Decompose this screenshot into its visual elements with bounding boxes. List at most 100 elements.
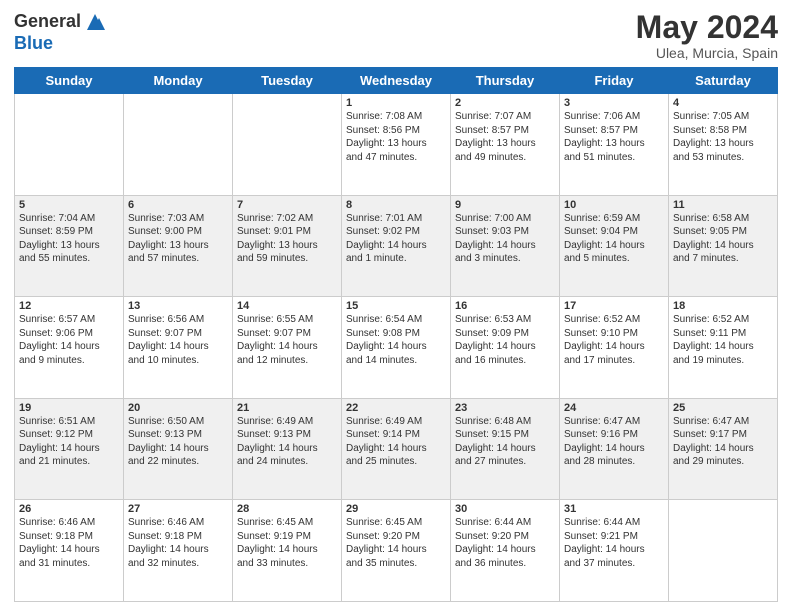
header: General Blue May 2024 Ulea, Murcia, Spai… <box>14 10 778 61</box>
col-header-tuesday: Tuesday <box>233 68 342 94</box>
month-title: May 2024 <box>636 10 778 45</box>
logo-text-block: General Blue <box>14 10 107 54</box>
calendar-cell: 22Sunrise: 6:49 AMSunset: 9:14 PMDayligh… <box>342 398 451 500</box>
page: General Blue May 2024 Ulea, Murcia, Spai… <box>0 0 792 612</box>
calendar-cell: 9Sunrise: 7:00 AMSunset: 9:03 PMDaylight… <box>451 195 560 297</box>
calendar-cell: 27Sunrise: 6:46 AMSunset: 9:18 PMDayligh… <box>124 500 233 602</box>
calendar-cell: 2Sunrise: 7:07 AMSunset: 8:57 PMDaylight… <box>451 94 560 196</box>
location: Ulea, Murcia, Spain <box>636 45 778 61</box>
logo-blue: Blue <box>14 34 107 54</box>
day-number: 31 <box>564 503 664 515</box>
day-info: Sunrise: 6:46 AMSunset: 9:18 PMDaylight:… <box>128 516 228 570</box>
day-info: Sunrise: 7:07 AMSunset: 8:57 PMDaylight:… <box>455 110 555 164</box>
day-number: 8 <box>346 199 446 211</box>
day-info: Sunrise: 6:55 AMSunset: 9:07 PMDaylight:… <box>237 313 337 367</box>
logo: General Blue <box>14 10 107 54</box>
logo-icon <box>83 10 107 34</box>
day-number: 10 <box>564 199 664 211</box>
col-header-monday: Monday <box>124 68 233 94</box>
day-number: 25 <box>673 402 773 414</box>
day-number: 13 <box>128 300 228 312</box>
day-number: 29 <box>346 503 446 515</box>
day-number: 14 <box>237 300 337 312</box>
day-number: 11 <box>673 199 773 211</box>
day-info: Sunrise: 7:03 AMSunset: 9:00 PMDaylight:… <box>128 212 228 266</box>
day-info: Sunrise: 6:57 AMSunset: 9:06 PMDaylight:… <box>19 313 119 367</box>
day-number: 28 <box>237 503 337 515</box>
calendar-cell: 21Sunrise: 6:49 AMSunset: 9:13 PMDayligh… <box>233 398 342 500</box>
day-info: Sunrise: 7:06 AMSunset: 8:57 PMDaylight:… <box>564 110 664 164</box>
calendar-week-2: 12Sunrise: 6:57 AMSunset: 9:06 PMDayligh… <box>15 297 778 399</box>
calendar-cell: 15Sunrise: 6:54 AMSunset: 9:08 PMDayligh… <box>342 297 451 399</box>
calendar-cell: 3Sunrise: 7:06 AMSunset: 8:57 PMDaylight… <box>560 94 669 196</box>
calendar-week-1: 5Sunrise: 7:04 AMSunset: 8:59 PMDaylight… <box>15 195 778 297</box>
day-info: Sunrise: 7:00 AMSunset: 9:03 PMDaylight:… <box>455 212 555 266</box>
day-number: 26 <box>19 503 119 515</box>
day-number: 20 <box>128 402 228 414</box>
day-info: Sunrise: 6:54 AMSunset: 9:08 PMDaylight:… <box>346 313 446 367</box>
calendar-week-3: 19Sunrise: 6:51 AMSunset: 9:12 PMDayligh… <box>15 398 778 500</box>
calendar-cell: 13Sunrise: 6:56 AMSunset: 9:07 PMDayligh… <box>124 297 233 399</box>
day-number: 30 <box>455 503 555 515</box>
day-number: 15 <box>346 300 446 312</box>
day-number: 12 <box>19 300 119 312</box>
day-info: Sunrise: 7:01 AMSunset: 9:02 PMDaylight:… <box>346 212 446 266</box>
day-number: 3 <box>564 97 664 109</box>
day-number: 19 <box>19 402 119 414</box>
day-info: Sunrise: 6:52 AMSunset: 9:10 PMDaylight:… <box>564 313 664 367</box>
calendar-cell <box>669 500 778 602</box>
calendar-week-4: 26 Sunrise: 6:46 AMSunset: 9:18 PMDayligh… <box>15 500 778 602</box>
calendar-table: SundayMondayTuesdayWednesdayThursdayFrid… <box>14 67 778 602</box>
calendar-cell <box>233 94 342 196</box>
day-number: 6 <box>128 199 228 211</box>
day-info: Sunrise: 6:47 AMSunset: 9:16 PMDaylight:… <box>564 415 664 469</box>
calendar-cell <box>124 94 233 196</box>
col-header-sunday: Sunday <box>15 68 124 94</box>
day-info: Sunrise: 6:52 AMSunset: 9:11 PMDaylight:… <box>673 313 773 367</box>
calendar-cell: 30Sunrise: 6:44 AMSunset: 9:20 PMDayligh… <box>451 500 560 602</box>
day-number: 5 <box>19 199 119 211</box>
calendar-cell: 16Sunrise: 6:53 AMSunset: 9:09 PMDayligh… <box>451 297 560 399</box>
calendar-cell: 29Sunrise: 6:45 AMSunset: 9:20 PMDayligh… <box>342 500 451 602</box>
calendar-cell: 20Sunrise: 6:50 AMSunset: 9:13 PMDayligh… <box>124 398 233 500</box>
col-header-thursday: Thursday <box>451 68 560 94</box>
calendar-cell: 6Sunrise: 7:03 AMSunset: 9:00 PMDaylight… <box>124 195 233 297</box>
calendar-cell: 12Sunrise: 6:57 AMSunset: 9:06 PMDayligh… <box>15 297 124 399</box>
day-info: Sunrise: 7:08 AMSunset: 8:56 PMDaylight:… <box>346 110 446 164</box>
day-info: Sunrise: 6:50 AMSunset: 9:13 PMDaylight:… <box>128 415 228 469</box>
calendar-cell: 17Sunrise: 6:52 AMSunset: 9:10 PMDayligh… <box>560 297 669 399</box>
col-header-saturday: Saturday <box>669 68 778 94</box>
calendar-cell: 5Sunrise: 7:04 AMSunset: 8:59 PMDaylight… <box>15 195 124 297</box>
day-number: 1 <box>346 97 446 109</box>
calendar-cell: 23Sunrise: 6:48 AMSunset: 9:15 PMDayligh… <box>451 398 560 500</box>
day-number: 27 <box>128 503 228 515</box>
calendar-cell: 4Sunrise: 7:05 AMSunset: 8:58 PMDaylight… <box>669 94 778 196</box>
calendar-cell: 28Sunrise: 6:45 AMSunset: 9:19 PMDayligh… <box>233 500 342 602</box>
day-info: Sunrise: 6:51 AMSunset: 9:12 PMDaylight:… <box>19 415 119 469</box>
day-info: Sunrise: 7:04 AMSunset: 8:59 PMDaylight:… <box>19 212 119 266</box>
calendar-cell: 26Sunrise: 6:46 AMSunset: 9:18 PMDayligh… <box>15 500 124 602</box>
day-number: 4 <box>673 97 773 109</box>
calendar-cell: 7Sunrise: 7:02 AMSunset: 9:01 PMDaylight… <box>233 195 342 297</box>
calendar-cell: 1Sunrise: 7:08 AMSunset: 8:56 PMDaylight… <box>342 94 451 196</box>
calendar-cell: 14Sunrise: 6:55 AMSunset: 9:07 PMDayligh… <box>233 297 342 399</box>
calendar-cell: 19Sunrise: 6:51 AMSunset: 9:12 PMDayligh… <box>15 398 124 500</box>
calendar-cell: 10Sunrise: 6:59 AMSunset: 9:04 PMDayligh… <box>560 195 669 297</box>
day-info: Sunrise: 6:56 AMSunset: 9:07 PMDaylight:… <box>128 313 228 367</box>
calendar-cell: 25Sunrise: 6:47 AMSunset: 9:17 PMDayligh… <box>669 398 778 500</box>
day-info: Sunrise: 6:49 AMSunset: 9:14 PMDaylight:… <box>346 415 446 469</box>
title-area: May 2024 Ulea, Murcia, Spain <box>636 10 778 61</box>
day-number: 21 <box>237 402 337 414</box>
day-number: 22 <box>346 402 446 414</box>
day-info: Sunrise: 6:59 AMSunset: 9:04 PMDaylight:… <box>564 212 664 266</box>
day-info: Sunrise: 7:02 AMSunset: 9:01 PMDaylight:… <box>237 212 337 266</box>
calendar-week-0: 1Sunrise: 7:08 AMSunset: 8:56 PMDaylight… <box>15 94 778 196</box>
day-number: 9 <box>455 199 555 211</box>
logo-general: General <box>14 12 81 32</box>
calendar-cell: 11Sunrise: 6:58 AMSunset: 9:05 PMDayligh… <box>669 195 778 297</box>
day-number: 23 <box>455 402 555 414</box>
day-info: Sunrise: 6:53 AMSunset: 9:09 PMDaylight:… <box>455 313 555 367</box>
day-info: Sunrise: 6:45 AMSunset: 9:20 PMDaylight:… <box>346 516 446 570</box>
day-info: Sunrise: 6:47 AMSunset: 9:17 PMDaylight:… <box>673 415 773 469</box>
day-info: Sunrise: 7:05 AMSunset: 8:58 PMDaylight:… <box>673 110 773 164</box>
